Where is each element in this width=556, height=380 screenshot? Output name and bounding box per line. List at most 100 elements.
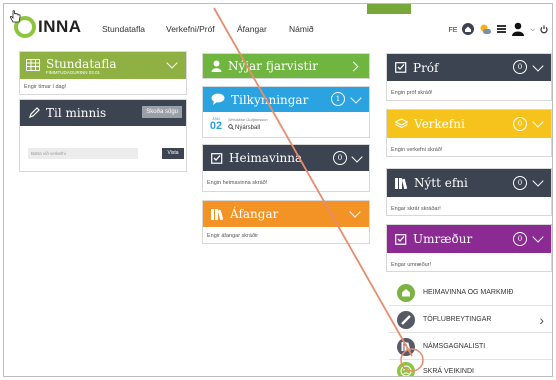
prof-count: 0 [513,60,527,74]
afangar-card: Áfangar Engir áfangar skráðir [202,200,370,244]
umraedur-header[interactable]: Umræður 0 [387,225,551,253]
heimavinna-count: 0 [333,151,347,165]
chevron-down-icon[interactable] [350,92,362,104]
layers-icon [394,115,409,134]
weather-icon[interactable] [479,24,492,37]
books-icon [397,337,415,356]
verkefni-count: 0 [513,117,527,131]
nav-stundatafla[interactable]: Stundatafla [102,24,145,34]
link-label: TÖFLUBREYTINGAR [423,316,492,323]
chevron-right-icon[interactable]: › [539,312,544,328]
umraedur-card: Umræður 0 Engar umræður! [386,224,552,272]
search-icon [228,124,234,132]
memo-input[interactable]: Bæta við verkefni [28,148,138,159]
afangar-title: Áfangar [230,207,279,221]
list-icon[interactable] [497,24,507,36]
notice-item[interactable]: Nýársball [228,124,260,132]
umraedur-count: 0 [513,232,527,246]
books-icon [395,174,408,193]
nav-afangar[interactable]: Áfangar [237,24,267,34]
checkbox-icon [395,58,407,77]
books-icon [211,205,224,224]
chevron-right-icon[interactable] [348,61,359,72]
app-window: INNA Stundatafla Verkefni/Próf Áfangar N… [3,3,553,377]
tilkynningar-count: 1 [331,92,345,106]
notice-day: 02 [209,120,223,132]
nav-verkefni-prof[interactable]: Verkefni/Próf [166,24,215,34]
prof-title: Próf [413,60,439,75]
tilkynningar-header[interactable]: Tilkynningar 1 [203,87,369,112]
user-toolbar: FE ⌵ [448,22,548,38]
nyjar-fjarvistir-card: Nýjar fjarvistir [202,53,370,79]
prof-card: Próf 0 Engin próf skráð! [386,53,552,101]
link-label: HEIMAVINNA OG MARKMIÐ [423,289,514,296]
person-icon [211,57,222,76]
nyjar-fjarvistir-title: Nýjar fjarvistir [228,59,318,73]
link-label: NÁMSGAGNALISTI [423,343,486,350]
chevron-down-icon[interactable] [349,206,361,218]
top-bar: INNA Stundatafla Verkefni/Próf Áfangar N… [4,4,552,48]
tilminnis-card: Til minnis Skoða sögu Bæta við verkefni … [19,99,187,172]
user-icon[interactable] [511,22,525,38]
notice-author: Sérvaldur Guðjónsson [228,117,268,122]
heimavinna-markmid-link[interactable]: HEIMAVINNA OG MARKMIÐ [389,280,552,306]
checkbox-icon [211,149,223,168]
user-initials: FE [448,26,458,34]
skra-veikindi-link[interactable]: SKRÁ VEIKINDI [389,358,552,376]
chevron-down-icon[interactable] [532,175,544,187]
namsgagnalisti-link[interactable]: NÁMSGAGNALISTI [389,334,552,360]
home-icon[interactable] [462,23,475,37]
checkbox-icon [395,230,407,249]
umraedur-title: Umræður [413,232,473,246]
stundatafla-date: FIMMTUDAGURINN 03.01 [46,69,101,75]
stundatafla-card: Stundatafla FIMMTUDAGURINN 03.01 Engir t… [19,51,187,95]
pencil-icon [28,104,40,123]
notice-item-label: Nýársball [235,125,261,131]
chevron-down-icon[interactable] [532,60,544,72]
inna-logo[interactable]: INNA [14,15,82,39]
calendar-grid-icon [26,56,40,75]
afangar-header[interactable]: Áfangar [203,201,369,227]
tilminnis-title: Til minnis [46,106,107,120]
slash-icon [397,310,415,329]
nyttefni-count: 0 [513,176,527,190]
stundatafla-header[interactable]: Stundatafla FIMMTUDAGURINN 03.01 [20,52,186,79]
heimavinna-title: Heimavinna [229,151,303,165]
afangar-empty-text: Engir áfangar skráðir [207,233,259,239]
tilminnis-header: Til minnis Skoða sögu [20,100,186,126]
heimavinna-card: Heimavinna 0 Engin heimavinna skráð! [202,144,370,192]
top-green-badge [367,4,411,14]
sad-face-icon [397,362,415,376]
vista-button[interactable]: Vista [162,148,184,159]
logo-text: INNA [38,17,82,36]
toflubreytingar-link[interactable]: TÖFLUBREYTINGAR › [389,307,552,333]
chevron-down-icon[interactable] [166,57,178,69]
verkefni-card: Verkefni 0 Engin verkefni skráð! [386,109,552,157]
chevron-down-icon[interactable] [532,116,544,128]
verkefni-empty-text: Engin verkefni skráð! [391,147,443,153]
tilkynningar-title: Tilkynningar [231,92,309,107]
hand-cursor-icon [9,10,21,23]
speech-bubble-icon [211,90,225,109]
stundatafla-empty-text: Engir tímar í dag! [24,84,67,90]
nav-namid[interactable]: Námið [289,24,314,34]
heimavinna-header[interactable]: Heimavinna 0 [203,145,369,171]
nyttefni-card: Nýtt efni 0 Engar skrár skráðar! [386,168,552,216]
chevron-down-icon[interactable] [351,151,363,163]
nyttefni-header[interactable]: Nýtt efni 0 [387,169,551,197]
chevron-down-icon[interactable] [532,231,544,243]
nyjar-fjarvistir-header[interactable]: Nýjar fjarvistir [203,54,369,78]
skoda-sogu-button[interactable]: Skoða sögu [142,106,182,118]
link-label: SKRÁ VEIKINDI [423,367,474,375]
prof-header[interactable]: Próf 0 [387,54,551,81]
nyttefni-title: Nýtt efni [414,176,468,190]
stundatafla-title: Stundatafla [46,56,117,71]
verkefni-header[interactable]: Verkefni 0 [387,110,551,138]
heimavinna-empty-text: Engin heimavinna skráð! [207,180,268,186]
verkefni-title: Verkefni [414,117,465,131]
home-icon [397,283,415,302]
nyttefni-empty-text: Engar skrár skráðar! [391,206,441,212]
chevron-down-icon[interactable]: ⌵ [530,27,535,34]
power-icon[interactable] [540,25,548,36]
tilkynningar-card: Tilkynningar 1 JAN 02 Sérvaldur Guðjónss… [202,86,370,138]
